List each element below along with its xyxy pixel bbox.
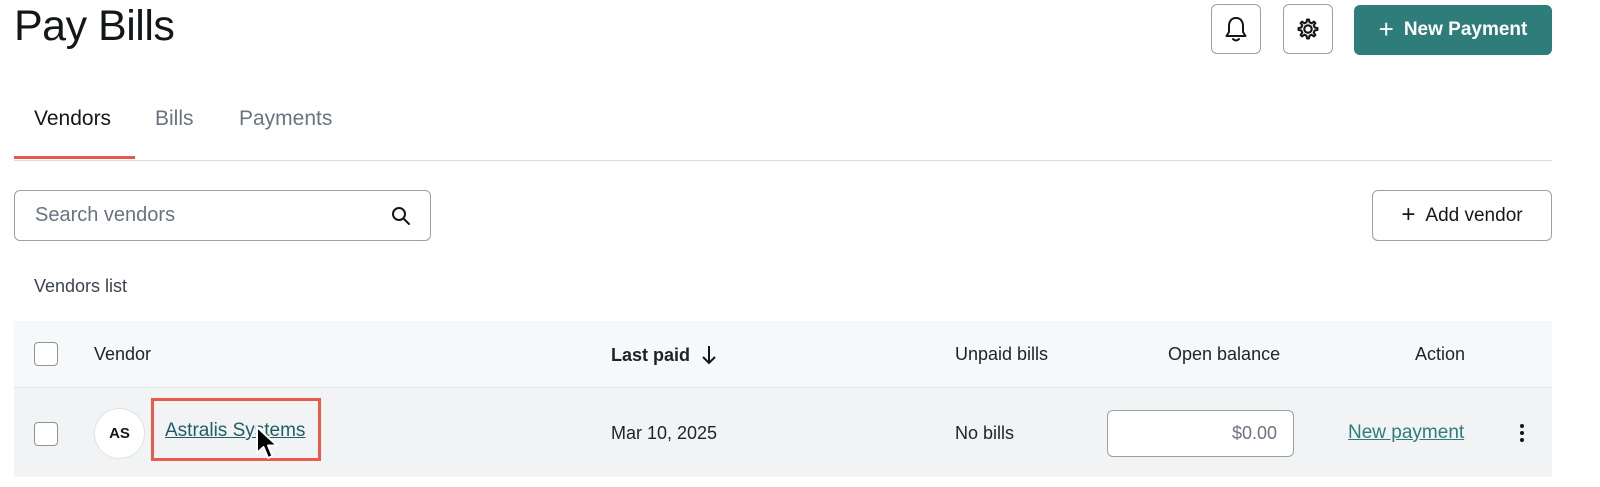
search-input[interactable]: Search vendors bbox=[14, 190, 431, 241]
gear-icon bbox=[1297, 18, 1319, 40]
select-all-checkbox[interactable] bbox=[34, 342, 58, 366]
arrow-down-icon[interactable] bbox=[700, 344, 718, 366]
table-row: AS Astralis Systems Mar 10, 2025 No bill… bbox=[14, 388, 1552, 477]
page-title: Pay Bills bbox=[14, 2, 175, 50]
highlight-box bbox=[151, 398, 321, 461]
plus-icon: + bbox=[1378, 14, 1394, 44]
column-header-action: Action bbox=[1415, 344, 1466, 364]
more-options-icon[interactable] bbox=[1512, 418, 1532, 448]
bell-icon bbox=[1225, 17, 1247, 42]
column-header-open-balance: Open balance bbox=[1168, 344, 1281, 364]
kebab-dots-icon bbox=[1520, 424, 1524, 442]
last-paid-value: Mar 10, 2025 bbox=[611, 423, 718, 443]
add-vendor-label: Add vendor bbox=[1425, 204, 1523, 226]
mouse-cursor-icon bbox=[256, 426, 278, 459]
column-header-vendor: Vendor bbox=[94, 344, 152, 364]
tab-bills[interactable]: Bills bbox=[155, 107, 194, 131]
settings-button[interactable] bbox=[1283, 4, 1333, 54]
column-header-last-paid[interactable]: Last paid bbox=[611, 344, 718, 366]
table-header: Vendor Last paid Unpaid bills Open balan… bbox=[14, 321, 1552, 388]
new-payment-link[interactable]: New payment bbox=[1348, 422, 1464, 444]
open-balance-input[interactable]: $0.00 bbox=[1107, 410, 1294, 457]
row-checkbox[interactable] bbox=[34, 422, 58, 446]
tab-payments[interactable]: Payments bbox=[239, 107, 332, 131]
add-vendor-button[interactable]: + Add vendor bbox=[1372, 190, 1552, 241]
avatar: AS bbox=[94, 408, 145, 459]
plus-icon: + bbox=[1401, 200, 1416, 228]
last-paid-label: Last paid bbox=[611, 344, 691, 365]
new-payment-label: New Payment bbox=[1403, 19, 1528, 40]
tab-bar: Vendors Bills Payments bbox=[14, 92, 1552, 161]
open-balance-placeholder: $0.00 bbox=[1231, 423, 1277, 443]
notifications-button[interactable] bbox=[1211, 4, 1261, 54]
tab-vendors[interactable]: Vendors bbox=[34, 107, 111, 131]
vendors-list-label: Vendors list bbox=[34, 276, 128, 296]
search-icon[interactable] bbox=[390, 205, 412, 227]
unpaid-bills-value: No bills bbox=[955, 423, 1015, 443]
new-payment-button[interactable]: + New Payment bbox=[1354, 5, 1552, 55]
column-header-unpaid-bills: Unpaid bills bbox=[955, 344, 1049, 364]
search-placeholder: Search vendors bbox=[35, 204, 176, 226]
active-tab-indicator bbox=[14, 156, 135, 159]
